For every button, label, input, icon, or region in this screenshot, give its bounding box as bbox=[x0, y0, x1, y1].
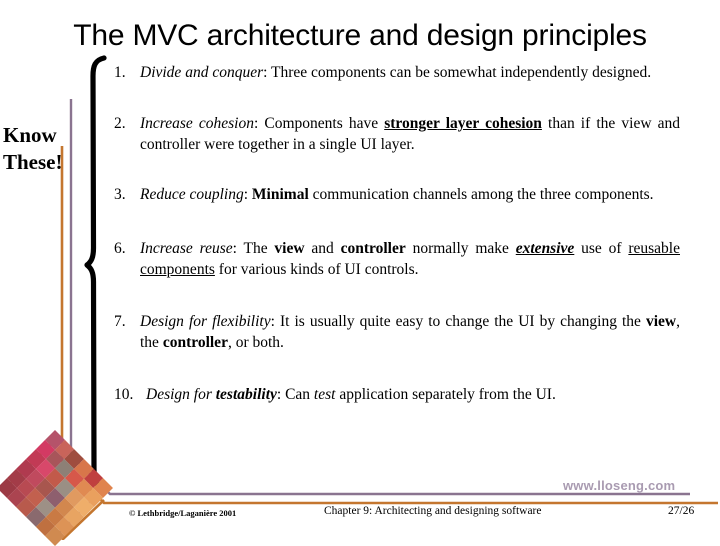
emphasised-phrase: Minimal bbox=[251, 186, 309, 203]
item-rest-b: and bbox=[304, 240, 341, 257]
italic-term: Reduce coupling bbox=[140, 186, 244, 203]
list-item-1: 1. Divide and conquer: Three components … bbox=[114, 62, 680, 83]
emphasised-phrase: extensive bbox=[515, 240, 575, 257]
bold-word-view: view bbox=[645, 313, 677, 330]
slide-canvas: The MVC architecture and design principl… bbox=[0, 0, 720, 546]
emphasised-phrase: stronger layer cohesion bbox=[384, 115, 542, 132]
item-rest-b: application separately from the UI. bbox=[335, 386, 556, 403]
item-rest: : Three components can be somewhat bbox=[263, 64, 497, 81]
list-item-2: 2. Increase cohesion: Components have st… bbox=[114, 113, 680, 155]
item-line-2: independently designed. bbox=[500, 64, 652, 81]
item-line2-b: for various kinds of UI controls. bbox=[214, 261, 419, 278]
item-rest-a: : Components have bbox=[253, 115, 385, 132]
item-rest-b: communication channels among the bbox=[308, 186, 537, 203]
list-item-6: 6. Increase reuse: The view and controll… bbox=[114, 238, 680, 280]
item-rest-a: : It is usually quite easy to change the… bbox=[270, 313, 556, 330]
item-rest-a: : Can bbox=[276, 386, 314, 403]
italic-term: Design for flexibility bbox=[140, 313, 271, 330]
bold-word-controller: controller bbox=[340, 240, 406, 257]
list-item-text: Divide and conquer: Three components can… bbox=[140, 62, 680, 83]
item-line2-c: , or both. bbox=[227, 334, 284, 351]
bold-word-view: view bbox=[274, 240, 305, 257]
list-item-number: 7. bbox=[114, 313, 126, 330]
list-item-7: 7. Design for flexibility: It is usually… bbox=[114, 311, 680, 353]
principles-list: 1. Divide and conquer: Three components … bbox=[114, 62, 680, 405]
list-item-text: Increase cohesion: Components have stron… bbox=[140, 113, 680, 155]
list-item-10: 10. Design for testability: Can test app… bbox=[114, 384, 680, 405]
item-rest-a: : The bbox=[232, 240, 275, 257]
item-rest-b: than bbox=[541, 115, 575, 132]
list-item-3: 3. Reduce coupling: Minimal communicatio… bbox=[114, 184, 680, 205]
item-rest-c: normally make bbox=[405, 240, 516, 257]
page-title: The MVC architecture and design principl… bbox=[73, 19, 647, 52]
item-line2-a: use of bbox=[581, 240, 629, 257]
callout-line-2: These! bbox=[3, 150, 63, 174]
know-these-callout: Know These! bbox=[3, 122, 65, 176]
italic-word-test: test bbox=[313, 386, 336, 403]
list-item-number: 3. bbox=[114, 186, 126, 203]
footer-copyright: © Lethbridge/Laganière 2001 bbox=[129, 508, 237, 518]
list-item-number: 10. bbox=[114, 386, 134, 403]
item-line-2: three components. bbox=[539, 186, 654, 203]
list-item-number: 1. bbox=[114, 64, 126, 81]
list-item-text: Design for flexibility: It is usually qu… bbox=[140, 311, 680, 353]
list-item-number: 6. bbox=[114, 240, 126, 257]
list-item-text: Increase reuse: The view and controller … bbox=[140, 238, 680, 280]
italic-term: Increase reuse bbox=[140, 240, 233, 257]
curly-brace bbox=[84, 55, 107, 493]
list-item-text: Reduce coupling: Minimal communication c… bbox=[140, 184, 680, 205]
watermark: www.lloseng.com bbox=[563, 478, 676, 493]
bold-italic-term: testability bbox=[215, 386, 277, 403]
italic-term: Divide and conquer bbox=[140, 64, 264, 81]
italic-term: Design for bbox=[146, 386, 216, 403]
list-item-text: Design for testability: Can test applica… bbox=[146, 384, 680, 405]
list-item-number: 2. bbox=[114, 115, 126, 132]
quilt-decoration bbox=[0, 430, 114, 546]
item-line2-a: changing the bbox=[560, 313, 646, 330]
footer-chapter: Chapter 9: Architecting and designing so… bbox=[324, 505, 542, 517]
bold-word-controller: controller bbox=[162, 334, 228, 351]
italic-term: Increase cohesion bbox=[140, 115, 254, 132]
item-rest-a: : bbox=[243, 186, 252, 203]
footer-page-number: 27/26 bbox=[668, 505, 695, 517]
callout-line-1: Know bbox=[3, 123, 57, 147]
